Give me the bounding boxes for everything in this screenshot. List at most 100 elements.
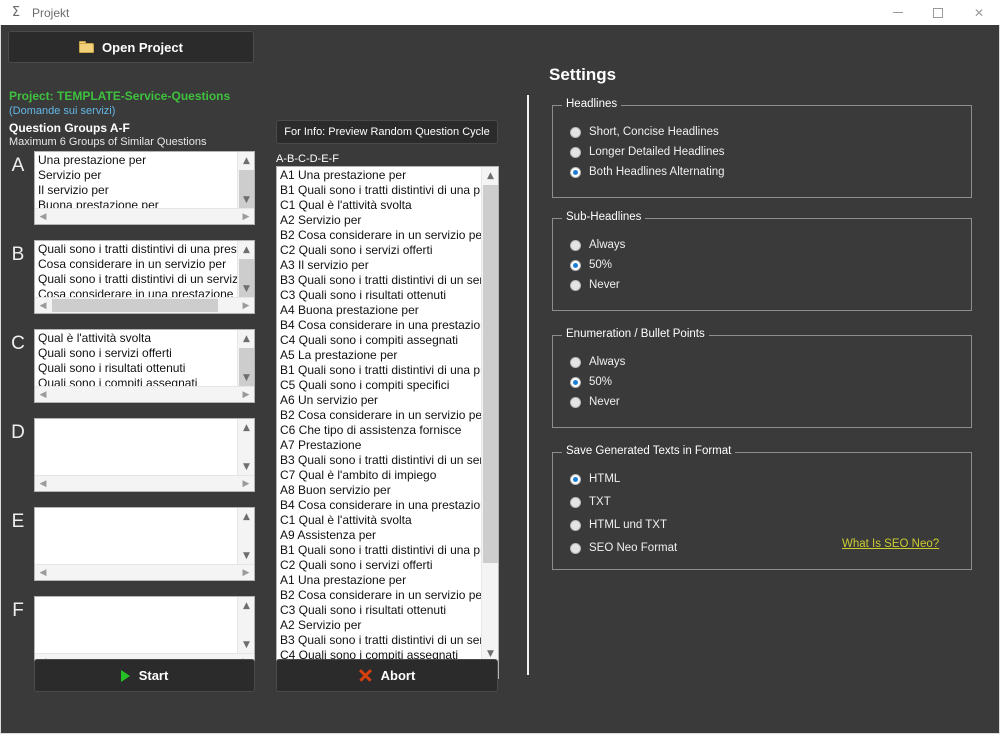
scroll-left-icon[interactable]: ◀ <box>35 476 51 491</box>
vertical-scrollbar[interactable]: ▲ ▼ <box>237 330 254 393</box>
radio-option[interactable]: Never <box>570 396 620 408</box>
list-item[interactable]: B3 Quali sono i tratti distintivi di un … <box>277 633 481 648</box>
radio-option[interactable]: TXT <box>570 496 611 508</box>
list-item[interactable]: Cosa considerare in un servizio per <box>35 257 237 272</box>
list-item[interactable]: C7 Qual è l'ambito di impiego <box>277 468 481 483</box>
close-button[interactable]: ✕ <box>958 0 1000 25</box>
scroll-left-icon[interactable]: ◀ <box>35 298 51 313</box>
radio-selected-icon[interactable] <box>570 376 581 388</box>
radio-option[interactable]: Longer Detailed Headlines <box>570 146 725 158</box>
preview-random-cycle-button[interactable]: For Info: Preview Random Question Cycle <box>276 120 498 144</box>
scroll-down-icon[interactable]: ▼ <box>238 458 254 475</box>
list-item[interactable]: A2 Servizio per <box>277 618 481 633</box>
list-item[interactable]: Quali sono i risultati ottenuti <box>35 361 237 376</box>
scroll-right-icon[interactable]: ▶ <box>238 298 254 313</box>
list-item[interactable]: B2 Cosa considerare in un servizio per <box>277 228 481 243</box>
vertical-scrollbar[interactable]: ▲ ▼ <box>481 167 498 662</box>
scroll-down-icon[interactable]: ▼ <box>238 191 254 208</box>
radio-option[interactable]: 50% <box>570 376 612 388</box>
scroll-right-icon[interactable]: ▶ <box>238 565 254 580</box>
radio-selected-icon[interactable] <box>570 259 581 271</box>
scroll-up-icon[interactable]: ▲ <box>238 508 254 525</box>
list-item[interactable]: B1 Quali sono i tratti distintivi di una… <box>277 543 481 558</box>
list-item[interactable]: B2 Cosa considerare in un servizio per <box>277 408 481 423</box>
abort-button[interactable]: Abort <box>276 659 498 692</box>
radio-option[interactable]: HTML <box>570 473 620 485</box>
vertical-scrollbar[interactable]: ▲ ▼ <box>237 508 254 564</box>
scroll-up-icon[interactable]: ▲ <box>482 167 498 184</box>
list-item[interactable]: B4 Cosa considerare in una prestazione p… <box>277 498 481 513</box>
question-group-list-d[interactable]: ▲ ▼ ◀ ▶ <box>34 418 255 492</box>
radio-option[interactable]: Never <box>570 279 620 291</box>
list-item[interactable]: Cosa considerare in una prestazione per <box>35 287 237 297</box>
vertical-scrollbar[interactable]: ▲ ▼ <box>237 419 254 475</box>
scroll-left-icon[interactable]: ◀ <box>35 387 51 402</box>
scroll-down-icon[interactable]: ▼ <box>238 547 254 564</box>
open-project-button[interactable]: Open Project <box>8 31 254 63</box>
horizontal-scrollbar-thumb[interactable] <box>52 299 218 312</box>
list-item[interactable]: Servizio per <box>35 168 237 183</box>
list-item[interactable]: B3 Quali sono i tratti distintivi di un … <box>277 273 481 288</box>
radio-unselected-icon[interactable] <box>570 126 581 138</box>
list-item[interactable]: A1 Una prestazione per <box>277 168 481 183</box>
list-item[interactable]: A4 Buona prestazione per <box>277 303 481 318</box>
vertical-scrollbar-thumb[interactable] <box>483 185 498 563</box>
scroll-left-icon[interactable]: ◀ <box>35 209 51 224</box>
list-item[interactable]: C2 Quali sono i servizi offerti <box>277 243 481 258</box>
question-group-list-e[interactable]: ▲ ▼ ◀ ▶ <box>34 507 255 581</box>
question-group-list-b[interactable]: Quali sono i tratti distintivi di una pr… <box>34 240 255 314</box>
list-item[interactable]: Il servizio per <box>35 183 237 198</box>
scroll-down-icon[interactable]: ▼ <box>238 280 254 297</box>
list-item[interactable]: C5 Quali sono i compiti specifici <box>277 378 481 393</box>
radio-unselected-icon[interactable] <box>570 542 581 554</box>
horizontal-scrollbar[interactable]: ◀▶ <box>35 208 254 224</box>
radio-option[interactable]: Always <box>570 239 625 251</box>
what-is-seo-neo-link[interactable]: What Is SEO Neo? <box>842 538 939 550</box>
scroll-up-icon[interactable]: ▲ <box>238 597 254 614</box>
list-item[interactable]: C4 Quali sono i compiti assegnati <box>277 333 481 348</box>
list-item[interactable]: C6 Che tipo di assistenza fornisce <box>277 423 481 438</box>
list-item[interactable]: C1 Qual è l'attività svolta <box>277 513 481 528</box>
scroll-up-icon[interactable]: ▲ <box>238 419 254 436</box>
list-item[interactable]: C2 Quali sono i servizi offerti <box>277 558 481 573</box>
list-item[interactable]: B1 Quali sono i tratti distintivi di una… <box>277 183 481 198</box>
list-item[interactable]: B1 Quali sono i tratti distintivi di una… <box>277 363 481 378</box>
preview-question-cycle-list[interactable]: A1 Una prestazione per B1 Quali sono i tr… <box>276 166 499 679</box>
scroll-up-icon[interactable]: ▲ <box>238 152 254 169</box>
radio-unselected-icon[interactable] <box>570 279 581 291</box>
radio-option[interactable]: Always <box>570 356 625 368</box>
list-item[interactable]: B4 Cosa considerare in una prestazione p… <box>277 318 481 333</box>
list-item[interactable]: C3 Quali sono i risultati ottenuti <box>277 288 481 303</box>
list-item[interactable]: A5 La prestazione per <box>277 348 481 363</box>
list-item[interactable]: A7 Prestazione <box>277 438 481 453</box>
list-item[interactable]: Quali sono i compiti assegnati <box>35 376 237 386</box>
radio-unselected-icon[interactable] <box>570 239 581 251</box>
radio-unselected-icon[interactable] <box>570 146 581 158</box>
list-item[interactable]: A2 Servizio per <box>277 213 481 228</box>
list-item[interactable]: A6 Un servizio per <box>277 393 481 408</box>
list-item[interactable]: Buona prestazione per <box>35 198 237 208</box>
list-item[interactable]: A8 Buon servizio per <box>277 483 481 498</box>
maximize-button[interactable] <box>918 0 958 25</box>
list-item[interactable]: B3 Quali sono i tratti distintivi di un … <box>277 453 481 468</box>
vertical-scrollbar[interactable]: ▲ ▼ <box>237 597 254 653</box>
list-item[interactable]: Quali sono i tratti distintivi di una pr… <box>35 242 237 257</box>
radio-unselected-icon[interactable] <box>570 396 581 408</box>
list-item[interactable]: A1 Una prestazione per <box>277 573 481 588</box>
horizontal-scrollbar[interactable]: ◀▶ <box>35 297 254 313</box>
radio-option[interactable]: Short, Concise Headlines <box>570 126 719 138</box>
list-item[interactable]: Quali sono i tratti distintivi di un ser… <box>35 272 237 287</box>
scroll-right-icon[interactable]: ▶ <box>238 209 254 224</box>
list-item[interactable]: Qual è l'attività svolta <box>35 331 237 346</box>
question-group-list-a[interactable]: Una prestazione per Servizio per Il serviz… <box>34 151 255 225</box>
list-item[interactable]: Quali sono i servizi offerti <box>35 346 237 361</box>
radio-selected-icon[interactable] <box>570 166 581 178</box>
list-item[interactable]: A9 Assistenza per <box>277 528 481 543</box>
horizontal-scrollbar[interactable]: ◀▶ <box>35 564 254 580</box>
list-item[interactable]: C3 Quali sono i risultati ottenuti <box>277 603 481 618</box>
vertical-scrollbar[interactable]: ▲ ▼ <box>237 152 254 215</box>
scroll-down-icon[interactable]: ▼ <box>238 369 254 386</box>
scroll-up-icon[interactable]: ▲ <box>238 241 254 258</box>
horizontal-scrollbar[interactable]: ◀▶ <box>35 475 254 491</box>
scroll-up-icon[interactable]: ▲ <box>238 330 254 347</box>
